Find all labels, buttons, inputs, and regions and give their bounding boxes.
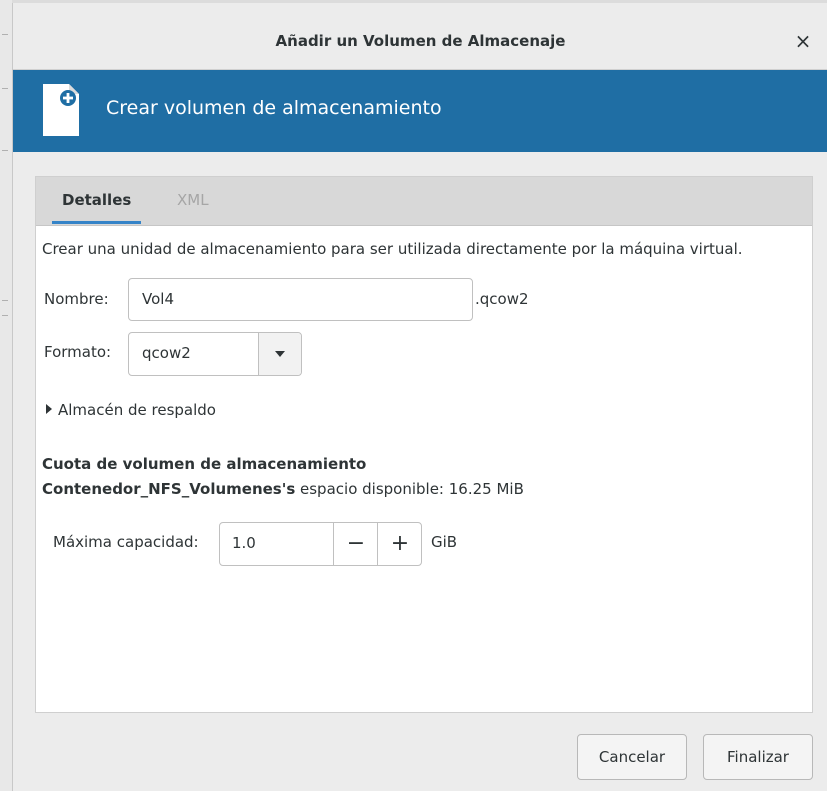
pool-name: Contenedor_NFS_Volumenes's	[42, 480, 296, 498]
format-value: qcow2	[142, 344, 191, 362]
expander-arrow-icon	[46, 404, 52, 414]
tab-detalles[interactable]: Detalles	[51, 191, 142, 224]
close-icon[interactable]: ×	[792, 30, 814, 52]
finish-button[interactable]: Finalizar	[703, 734, 813, 780]
quota-title: Cuota de volumen de almacenamiento	[42, 455, 367, 473]
available-space: espacio disponible: 16.25 MiB	[295, 480, 524, 498]
header-banner: Crear volumen de almacenamiento	[13, 70, 827, 152]
name-label: Nombre:	[44, 290, 109, 308]
add-volume-dialog: Añadir un Volumen de Almacenaje × Crear …	[12, 3, 827, 791]
format-label: Formato:	[44, 343, 112, 361]
name-suffix: .qcow2	[475, 290, 529, 308]
capacity-spinbutton[interactable]: 1.0 − +	[219, 522, 422, 566]
details-panel: Detalles XML Crear una unidad de almacen…	[35, 176, 813, 713]
capacity-label: Máxima capacidad:	[53, 533, 199, 551]
dropdown-button[interactable]	[258, 333, 301, 375]
increment-button[interactable]: +	[377, 523, 422, 565]
dialog-title: Añadir un Volumen de Almacenaje	[275, 32, 566, 50]
format-select[interactable]: qcow2	[128, 332, 302, 376]
title-bar[interactable]: Añadir un Volumen de Almacenaje ×	[13, 3, 827, 70]
chevron-down-icon	[275, 351, 285, 357]
cancel-button[interactable]: Cancelar	[577, 734, 687, 780]
capacity-unit: GiB	[431, 533, 458, 551]
backing-store-expander[interactable]: Almacén de respaldo	[46, 401, 216, 419]
document-add-icon	[43, 84, 79, 136]
tab-bar: Detalles XML	[36, 177, 812, 226]
capacity-value[interactable]: 1.0	[232, 534, 256, 552]
decrement-button[interactable]: −	[333, 523, 378, 565]
name-input[interactable]: Vol4	[128, 278, 473, 321]
backing-store-label: Almacén de respaldo	[58, 401, 216, 419]
background-window-edge	[0, 0, 12, 791]
banner-heading: Crear volumen de almacenamiento	[106, 97, 442, 119]
tab-xml[interactable]: XML	[177, 191, 209, 209]
quota-available: Contenedor_NFS_Volumenes's espacio dispo…	[42, 480, 524, 498]
description-text: Crear una unidad de almacenamiento para …	[42, 240, 743, 258]
